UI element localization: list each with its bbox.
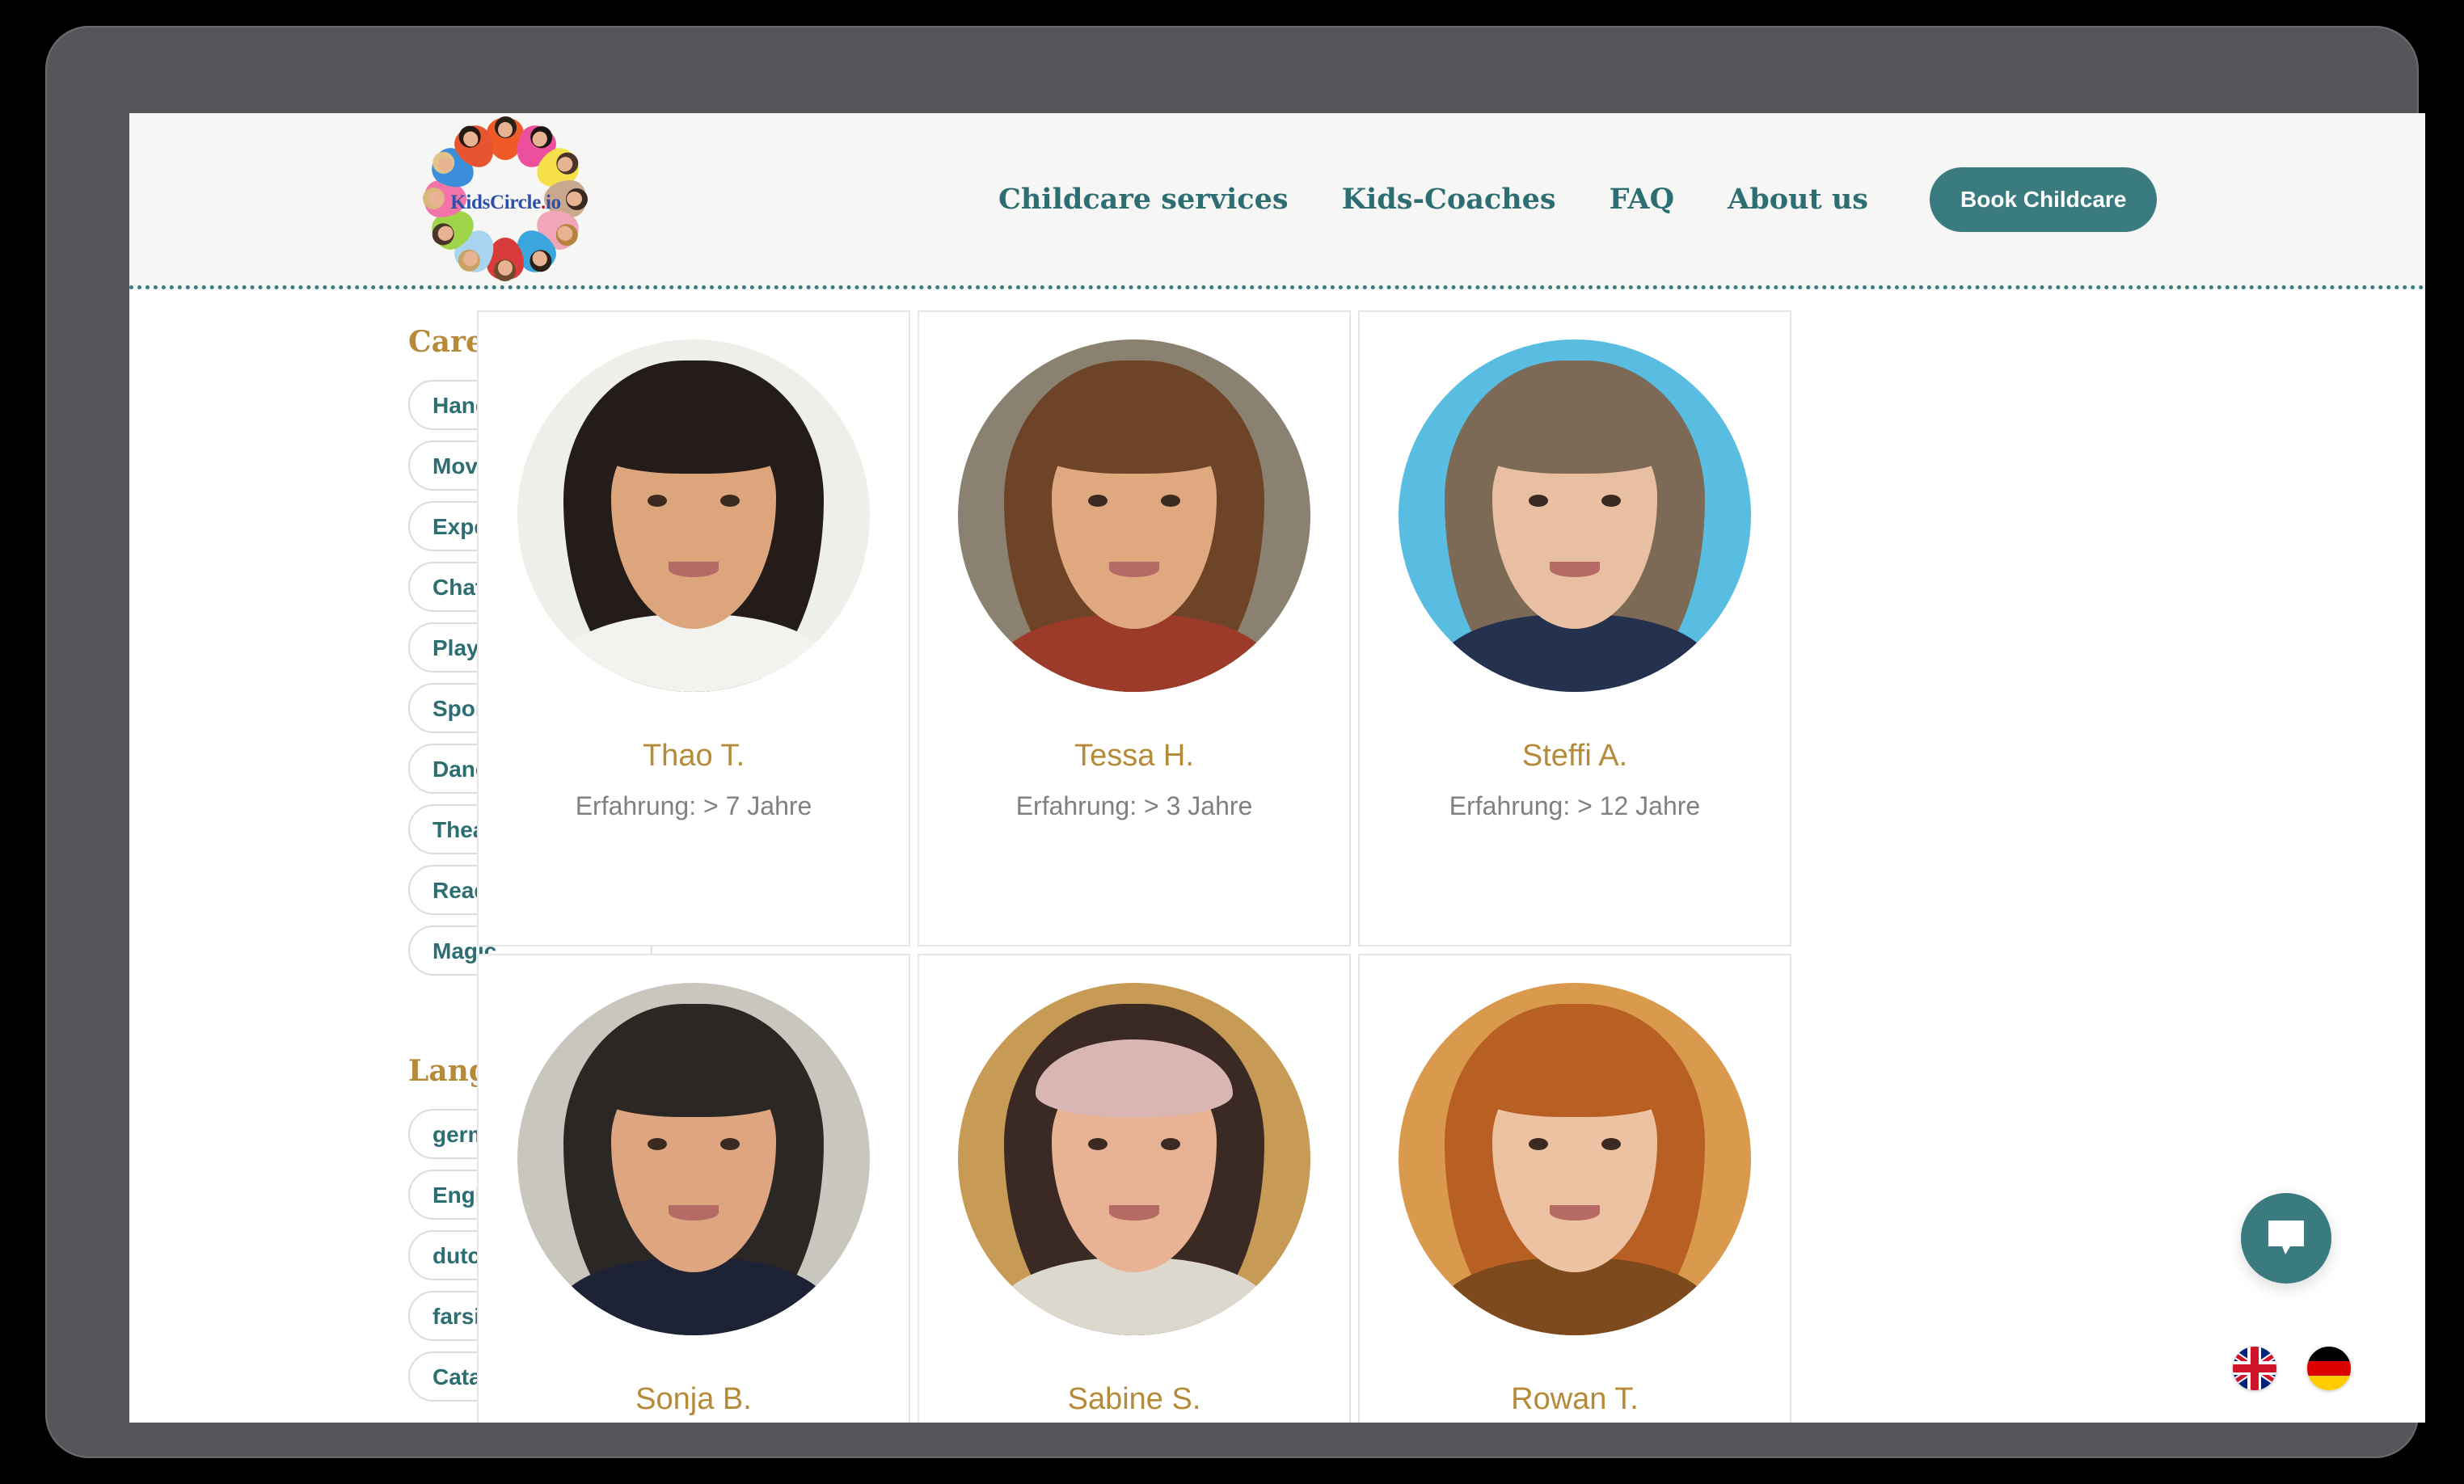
coach-portrait-photo <box>1399 983 1751 1335</box>
site-header: KidsCircle.io Childcare services Kids-Co… <box>129 113 2425 289</box>
coach-name: Steffi A. <box>1521 739 1628 773</box>
coach-card[interactable]: Steffi A. Erfahrung: > 12 Jahre <box>1358 310 1791 946</box>
coach-portrait-photo <box>517 339 870 692</box>
coach-name: Rowan T. <box>1511 1382 1639 1416</box>
coach-card[interactable]: Rowan T. <box>1358 954 1791 1423</box>
coach-results-grid: Thao T. Erfahrung: > 7 Jahre Tessa H. Er… <box>477 289 2425 1423</box>
filter-sidebar: Care content Handicrafts/Pain… Movement … <box>129 289 652 1423</box>
chat-bubble-glyph <box>2268 1221 2304 1254</box>
coach-card[interactable]: Tessa H. Erfahrung: > 3 Jahre <box>918 310 1351 946</box>
kidscircle-logo[interactable]: KidsCircle.io <box>423 116 589 280</box>
main-navigation: Childcare services Kids-Coaches FAQ Abou… <box>998 113 2158 285</box>
page-content: Care content Handicrafts/Pain… Movement … <box>129 289 2425 1423</box>
english-flag-button[interactable] <box>2233 1347 2276 1390</box>
coach-avatar <box>958 983 1310 1335</box>
filter-group-title-care-content: Care content <box>408 325 619 359</box>
coach-name: Thao T. <box>642 739 745 773</box>
coach-avatar <box>1399 983 1751 1335</box>
coach-avatar <box>958 339 1310 692</box>
tablet-device-frame: KidsCircle.io Childcare services Kids-Co… <box>45 26 2425 1458</box>
german-flag-button[interactable] <box>2307 1347 2351 1390</box>
coach-avatar <box>517 983 870 1335</box>
chat-bubble-icon[interactable] <box>2241 1193 2331 1284</box>
coach-portrait-photo <box>1399 339 1751 692</box>
language-switcher <box>2233 1347 2351 1390</box>
coach-card[interactable]: Sabine S. <box>918 954 1351 1423</box>
coach-experience: Erfahrung: > 12 Jahre <box>1449 791 1701 820</box>
filter-group-spacer <box>408 986 477 1054</box>
nav-item-about-us[interactable]: About us <box>1728 183 1868 216</box>
coach-avatar <box>1399 339 1751 692</box>
logo-wordmark-name: KidsCircle <box>450 192 541 213</box>
browser-viewport: KidsCircle.io Childcare services Kids-Co… <box>129 113 2425 1423</box>
coach-name: Sonja B. <box>635 1382 752 1416</box>
coach-name: Sabine S. <box>1067 1382 1201 1416</box>
coach-experience: Erfahrung: > 7 Jahre <box>575 791 812 820</box>
logo-wordmark: KidsCircle.io <box>423 192 589 214</box>
coach-card[interactable]: Sonja B. <box>477 954 910 1423</box>
coach-portrait-photo <box>958 983 1310 1335</box>
coach-experience: Erfahrung: > 3 Jahre <box>1015 791 1253 820</box>
logo-wordmark-tld: io <box>545 192 561 213</box>
nav-item-faq[interactable]: FAQ <box>1610 183 1674 216</box>
coach-avatar <box>517 339 870 692</box>
nav-item-childcare-services[interactable]: Childcare services <box>998 183 1289 216</box>
book-childcare-button[interactable]: Book Childcare <box>1930 167 2158 232</box>
filter-group-title-languages: Languages <box>408 1054 584 1088</box>
coach-portrait-photo <box>958 339 1310 692</box>
nav-item-kids-coaches[interactable]: Kids-Coaches <box>1342 183 1556 216</box>
coach-portrait-photo <box>517 983 870 1335</box>
coach-name: Tessa H. <box>1074 739 1194 773</box>
coach-card[interactable]: Thao T. Erfahrung: > 7 Jahre <box>477 310 910 946</box>
